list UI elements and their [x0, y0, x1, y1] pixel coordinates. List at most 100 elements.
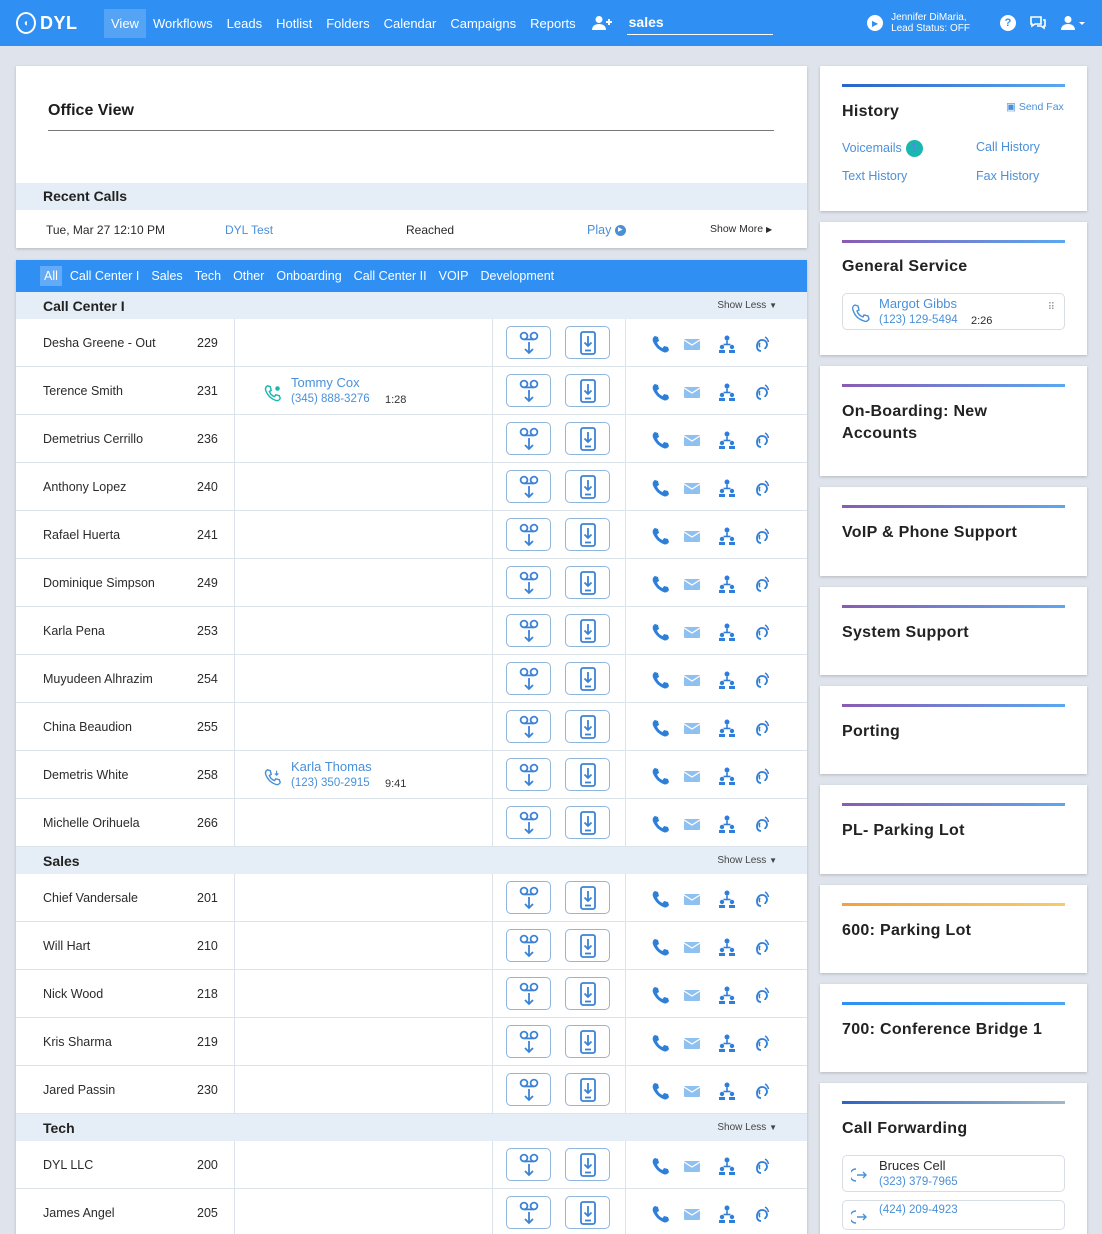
phone-icon[interactable] — [651, 1204, 671, 1224]
listen-icon[interactable] — [751, 526, 771, 546]
listen-icon[interactable] — [751, 1081, 771, 1101]
listen-icon[interactable] — [751, 937, 771, 957]
send-fax-button[interactable]: ▣ Send Fax — [1006, 101, 1064, 113]
phone-icon[interactable] — [651, 985, 671, 1005]
phone-icon[interactable] — [651, 382, 671, 402]
voicemail-transfer-button[interactable] — [506, 806, 551, 839]
tab-call-center-i[interactable]: Call Center I — [70, 269, 139, 283]
mobile-transfer-button[interactable] — [565, 470, 610, 503]
voicemails-link[interactable]: Voicemails 1 — [842, 140, 923, 157]
voicemail-transfer-button[interactable] — [506, 977, 551, 1010]
drag-handle-icon[interactable]: ⠿ — [1048, 303, 1055, 313]
listen-icon[interactable] — [751, 670, 771, 690]
email-icon[interactable] — [682, 985, 702, 1005]
call-history-link[interactable]: Call History — [976, 140, 1040, 154]
mobile-transfer-button[interactable] — [565, 758, 610, 791]
mobile-transfer-button[interactable] — [565, 374, 610, 407]
mobile-transfer-button[interactable] — [565, 326, 610, 359]
nav-folders[interactable]: Folders — [319, 9, 376, 38]
listen-icon[interactable] — [751, 334, 771, 354]
listen-icon[interactable] — [751, 1033, 771, 1053]
email-icon[interactable] — [682, 382, 702, 402]
voicemail-transfer-button[interactable] — [506, 326, 551, 359]
transfer-icon[interactable] — [717, 718, 737, 738]
voicemail-transfer-button[interactable] — [506, 1196, 551, 1229]
nav-workflows[interactable]: Workflows — [146, 9, 220, 38]
mobile-transfer-button[interactable] — [565, 710, 610, 743]
phone-icon[interactable] — [651, 574, 671, 594]
show-less-button[interactable]: Show Less ▼ — [717, 300, 777, 311]
mobile-transfer-button[interactable] — [565, 929, 610, 962]
email-icon[interactable] — [682, 430, 702, 450]
transfer-icon[interactable] — [717, 382, 737, 402]
transfer-icon[interactable] — [717, 937, 737, 957]
nav-campaigns[interactable]: Campaigns — [443, 9, 523, 38]
mobile-transfer-button[interactable] — [565, 566, 610, 599]
email-icon[interactable] — [682, 1204, 702, 1224]
phone-icon[interactable] — [651, 937, 671, 957]
queue-porting[interactable]: Porting — [820, 686, 1087, 774]
email-icon[interactable] — [682, 334, 702, 354]
mobile-transfer-button[interactable] — [565, 1196, 610, 1229]
transfer-icon[interactable] — [717, 985, 737, 1005]
transfer-icon[interactable] — [717, 889, 737, 909]
mobile-transfer-button[interactable] — [565, 518, 610, 551]
email-icon[interactable] — [682, 622, 702, 642]
transfer-icon[interactable] — [717, 574, 737, 594]
voicemail-transfer-button[interactable] — [506, 518, 551, 551]
recent-call-contact[interactable]: DYL Test — [225, 223, 273, 237]
nav-leads[interactable]: Leads — [220, 9, 269, 38]
voicemail-transfer-button[interactable] — [506, 881, 551, 914]
voicemail-transfer-button[interactable] — [506, 470, 551, 503]
tab-other[interactable]: Other — [233, 269, 264, 283]
active-call-name[interactable]: Tommy Cox — [291, 375, 360, 390]
tab-voip[interactable]: VOIP — [439, 269, 469, 283]
nav-view[interactable]: View — [104, 8, 146, 38]
queue-pl-parking-lot[interactable]: PL- Parking Lot — [820, 785, 1087, 874]
voicemail-transfer-button[interactable] — [506, 566, 551, 599]
listen-icon[interactable] — [751, 382, 771, 402]
listen-icon[interactable] — [751, 430, 771, 450]
listen-icon[interactable] — [751, 1156, 771, 1176]
user-status[interactable]: Jennifer DiMaria, Lead Status: OFF — [891, 12, 970, 34]
transfer-icon[interactable] — [717, 1033, 737, 1053]
queue-system-support[interactable]: System Support — [820, 587, 1087, 675]
email-icon[interactable] — [682, 1156, 702, 1176]
transfer-icon[interactable] — [717, 1204, 737, 1224]
listen-icon[interactable] — [751, 1204, 771, 1224]
mobile-transfer-button[interactable] — [565, 422, 610, 455]
email-icon[interactable] — [682, 478, 702, 498]
mobile-transfer-button[interactable] — [565, 881, 610, 914]
user-icon[interactable] — [1060, 13, 1090, 33]
tab-all[interactable]: All — [40, 266, 62, 286]
tab-call-center-ii[interactable]: Call Center II — [354, 269, 427, 283]
phone-icon[interactable] — [651, 622, 671, 642]
search-input[interactable]: sales — [626, 12, 773, 35]
queue-700-conference-bridge[interactable]: 700: Conference Bridge 1 — [820, 984, 1087, 1072]
listen-icon[interactable] — [751, 478, 771, 498]
email-icon[interactable] — [682, 574, 702, 594]
phone-icon[interactable] — [651, 1081, 671, 1101]
show-more-button[interactable]: Show More ▶ — [710, 223, 772, 235]
email-icon[interactable] — [682, 814, 702, 834]
tab-tech[interactable]: Tech — [195, 269, 221, 283]
voicemail-transfer-button[interactable] — [506, 929, 551, 962]
mobile-transfer-button[interactable] — [565, 662, 610, 695]
queue-600-parking-lot[interactable]: 600: Parking Lot — [820, 885, 1087, 973]
queue-general-service[interactable]: General Service Margot Gibbs (123) 129-5… — [820, 222, 1087, 355]
voicemail-transfer-button[interactable] — [506, 1073, 551, 1106]
forwarding-entry[interactable]: (424) 209-4923 — [842, 1200, 1065, 1230]
show-less-button[interactable]: Show Less ▼ — [717, 855, 777, 866]
voicemail-transfer-button[interactable] — [506, 758, 551, 791]
chat-icon[interactable] — [1028, 13, 1048, 33]
listen-icon[interactable] — [751, 985, 771, 1005]
email-icon[interactable] — [682, 526, 702, 546]
phone-icon[interactable] — [651, 334, 671, 354]
voicemail-transfer-button[interactable] — [506, 710, 551, 743]
email-icon[interactable] — [682, 1081, 702, 1101]
add-user-icon[interactable] — [591, 13, 613, 33]
mobile-transfer-button[interactable] — [565, 977, 610, 1010]
email-icon[interactable] — [682, 766, 702, 786]
email-icon[interactable] — [682, 937, 702, 957]
nav-hotlist[interactable]: Hotlist — [269, 9, 319, 38]
